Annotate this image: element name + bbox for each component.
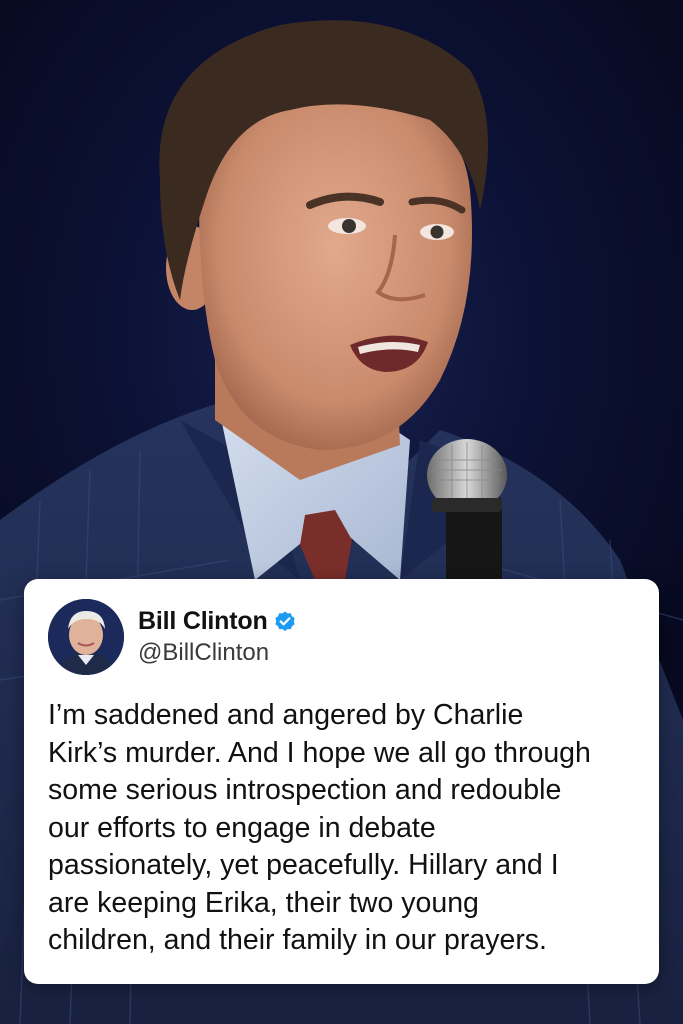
handle[interactable]: @BillClinton: [138, 639, 297, 667]
display-name[interactable]: Bill Clinton: [138, 607, 268, 636]
avatar[interactable]: [48, 599, 124, 675]
author-info: Bill Clinton @BillClinton: [138, 607, 297, 667]
tweet-text: I’m saddened and angered by Charlie Kirk…: [48, 699, 591, 956]
avatar-portrait-icon: [48, 599, 124, 675]
verified-badge-icon: [273, 610, 297, 634]
tweet-header: Bill Clinton @BillClinton: [48, 599, 635, 675]
tweet-card[interactable]: Bill Clinton @BillClinton I’m saddened a…: [24, 579, 659, 984]
